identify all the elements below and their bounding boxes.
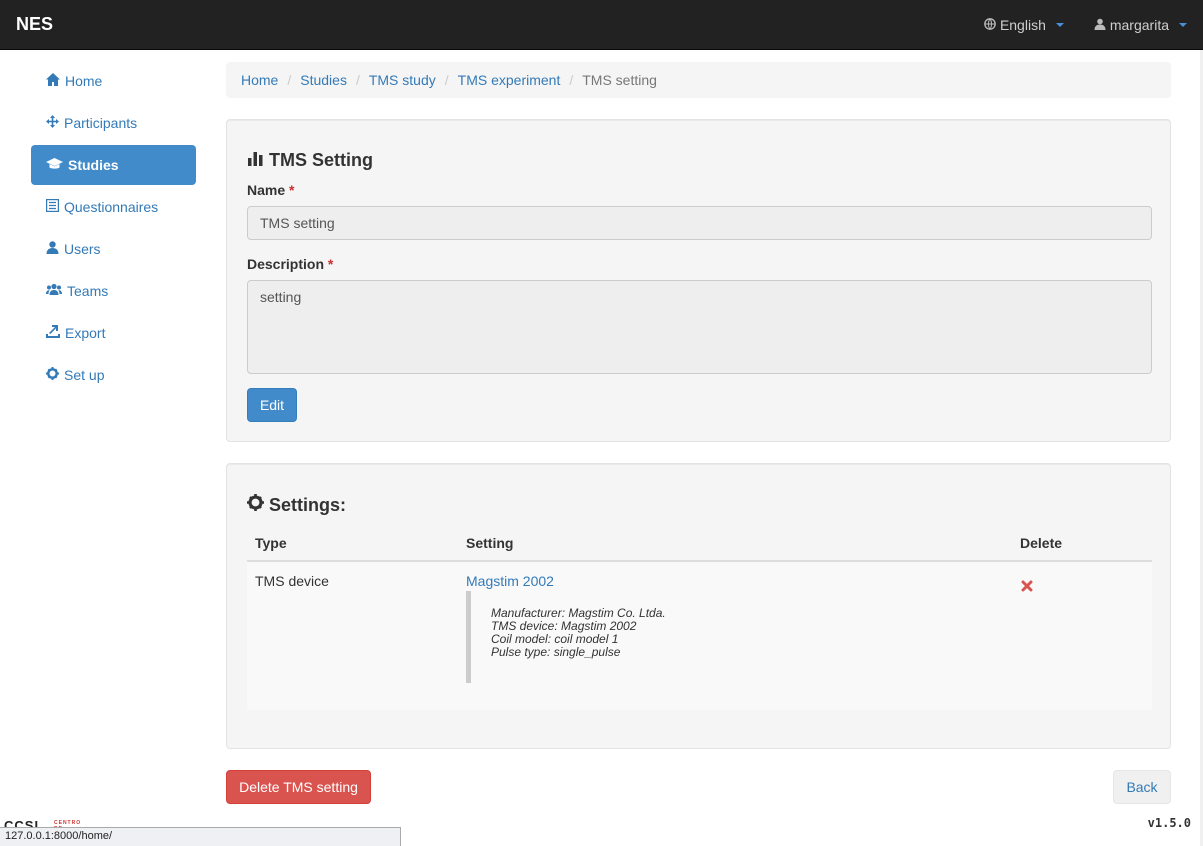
breadcrumb-studies[interactable]: Studies [300,72,347,88]
sidebar-item-label: Participants [64,115,138,131]
row-type: TMS device [255,573,329,589]
name-label-text: Name [247,182,286,198]
required-mark: * [327,256,334,272]
breadcrumb-separator: / [355,72,360,88]
sidebar: Home Participants Studies Questionnaires… [31,61,196,397]
panel-title-text: TMS Setting [269,150,373,170]
sidebar-item-label: Set up [64,367,105,383]
remove-icon[interactable] [1021,579,1033,595]
name-label: Name * [247,182,294,198]
chevron-down-icon [1055,23,1064,27]
language-label: English [999,17,1046,33]
sidebar-item-label: Export [65,325,106,341]
settings-panel: Settings: Type Setting Delete TMS device… [226,463,1171,749]
settings-title: Settings: [247,494,346,516]
user-icon [46,241,59,257]
setting-link[interactable]: Magstim 2002 [466,573,554,589]
header-setting: Setting [466,535,514,551]
user-name: margarita [1109,17,1169,33]
chevron-down-icon [1179,23,1187,27]
sidebar-item-setup[interactable]: Set up [31,355,196,395]
sidebar-item-label: Users [64,241,101,257]
sidebar-item-teams[interactable]: Teams [31,271,196,311]
header-delete: Delete [1020,535,1063,551]
description-field[interactable]: setting [247,280,1152,374]
delete-tms-setting-button[interactable]: Delete TMS setting [226,770,371,804]
sidebar-item-label: Teams [67,283,109,299]
breadcrumb-separator: / [287,72,292,88]
name-field[interactable]: TMS setting [247,206,1152,240]
status-bar-url: 127.0.0.1:8000/home/ [0,827,401,846]
settings-table: Type Setting Delete TMS device Magstim 2… [247,528,1152,710]
back-button[interactable]: Back [1113,770,1171,804]
breadcrumb: Home / Studies / TMS study / TMS experim… [226,62,1171,98]
setting-details: Manufacturer: Magstim Co. Ltda. TMS devi… [466,591,666,683]
sidebar-item-label: Studies [68,157,119,173]
tms-setting-panel: TMS Setting Name * TMS setting Descripti… [226,119,1171,442]
breadcrumb-tms-study[interactable]: TMS study [369,72,436,88]
group-icon [46,283,62,299]
cog-icon [247,494,264,516]
panel-title-text: Settings: [269,494,347,515]
list-alt-icon [46,199,60,215]
education-icon [46,157,63,173]
breadcrumb-separator: / [444,72,449,88]
export-icon [46,325,60,341]
brand-logo[interactable]: NES [16,14,53,35]
breadcrumb-current: TMS setting [582,72,657,88]
sidebar-item-label: Home [65,73,103,89]
breadcrumb-home[interactable]: Home [241,72,278,88]
description-label-text: Description [247,256,325,272]
sidebar-item-questionnaires[interactable]: Questionnaires [31,187,196,227]
user-dropdown[interactable]: margarita [1094,17,1187,33]
edit-button[interactable]: Edit [247,388,297,422]
cog-icon [46,367,59,383]
top-navbar: NES English margarita [0,0,1203,50]
version-label: v1.5.0 [1147,816,1191,830]
required-mark: * [289,182,295,198]
breadcrumb-separator: / [569,72,574,88]
table-row: TMS device Magstim 2002 Manufacturer: Ma… [247,562,1152,710]
table-header-row: Type Setting Delete [247,528,1152,562]
sidebar-item-export[interactable]: Export [31,313,196,353]
sidebar-item-users[interactable]: Users [31,229,196,269]
detail-pulse-type: Pulse type: single_pulse [491,645,621,659]
sidebar-item-label: Questionnaires [64,199,159,215]
language-dropdown[interactable]: English [984,17,1064,33]
user-icon [1094,17,1106,33]
sidebar-item-studies[interactable]: Studies [31,145,196,185]
stats-icon [247,150,264,171]
navbar-right: English margarita [984,0,1187,50]
tms-setting-title: TMS Setting [247,150,373,171]
header-type: Type [255,535,287,551]
move-icon [46,115,59,131]
breadcrumb-tms-experiment[interactable]: TMS experiment [458,72,561,88]
globe-icon [984,17,996,33]
description-label: Description * [247,256,333,272]
sidebar-item-participants[interactable]: Participants [31,103,196,143]
home-icon [46,73,60,89]
sidebar-item-home[interactable]: Home [31,61,196,101]
